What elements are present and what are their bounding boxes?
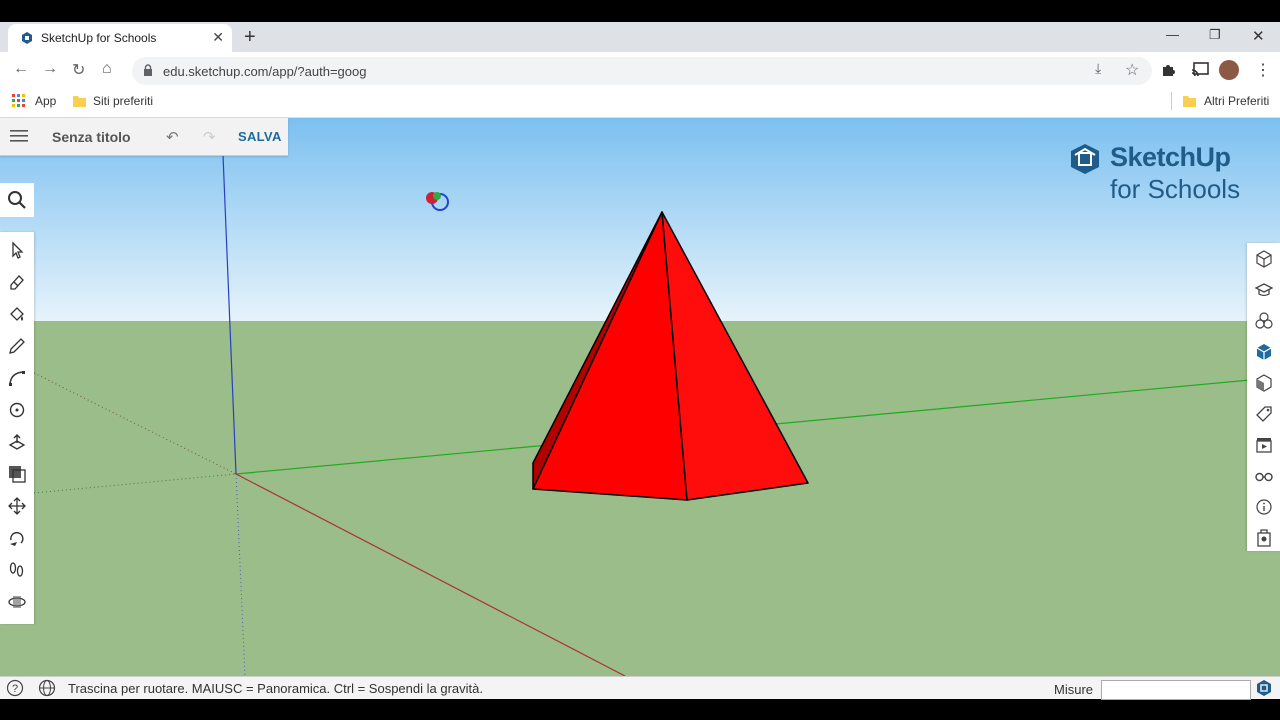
restore-icon[interactable]: ❐ xyxy=(1209,27,1221,43)
profile-avatar[interactable] xyxy=(1219,60,1239,80)
bookmarks-divider xyxy=(1171,92,1172,110)
hamburger-menu-icon[interactable] xyxy=(10,129,28,148)
materials-icon[interactable] xyxy=(1254,342,1274,362)
install-app-icon[interactable]: ⤓ xyxy=(1095,60,1101,77)
globe-icon[interactable] xyxy=(37,679,57,702)
arc-icon[interactable] xyxy=(7,368,27,388)
bookmark-apps[interactable]: App xyxy=(35,94,56,108)
info-icon[interactable] xyxy=(1254,497,1274,517)
extensions-icon[interactable] xyxy=(1160,62,1176,83)
scenes-icon[interactable] xyxy=(1254,435,1274,455)
search-icon xyxy=(8,191,26,209)
address-bar[interactable]: edu.sketchup.com/app/?auth=goog xyxy=(132,57,1152,85)
entity-info-icon[interactable] xyxy=(1254,249,1274,269)
bookmark-folder-siti-preferiti[interactable]: Siti preferiti xyxy=(93,94,153,108)
select-icon[interactable] xyxy=(7,240,27,260)
tab-close-icon[interactable]: ✕ xyxy=(212,29,224,46)
measurements-input[interactable] xyxy=(1101,680,1251,700)
status-hint-text: Trascina per ruotare. MAIUSC = Panoramic… xyxy=(68,681,483,696)
push-pull-icon[interactable] xyxy=(7,432,27,452)
solid-tools-icon[interactable] xyxy=(1254,528,1274,548)
offset-icon[interactable] xyxy=(7,464,27,484)
undo-icon[interactable]: ↶ xyxy=(166,128,179,146)
tab-title: SketchUp for Schools xyxy=(41,31,157,45)
move-icon[interactable] xyxy=(7,496,27,516)
close-window-icon[interactable]: ✕ xyxy=(1252,27,1265,45)
sketchup-status-logo-icon xyxy=(1255,679,1273,702)
styles-icon[interactable] xyxy=(1254,373,1274,393)
bookmark-star-icon[interactable]: ☆ xyxy=(1125,60,1139,80)
redo-icon[interactable]: ↷ xyxy=(203,128,216,146)
sketchup-logo-icon xyxy=(1071,144,1099,174)
apps-grid-icon[interactable] xyxy=(12,94,26,113)
lock-icon xyxy=(143,64,153,82)
footprints-icon[interactable] xyxy=(7,560,27,580)
pencil-icon[interactable] xyxy=(7,336,27,356)
folder-icon xyxy=(1183,94,1196,112)
instructor-icon[interactable] xyxy=(1254,280,1274,300)
help-icon[interactable]: ? xyxy=(6,679,24,702)
sketchup-favicon-icon xyxy=(20,31,34,50)
logo-wordmark: SketchUp xyxy=(1110,142,1231,172)
status-bar: ? Trascina per ruotare. MAIUSC = Panoram… xyxy=(0,676,1280,702)
display-icon[interactable] xyxy=(1254,466,1274,486)
document-titlebar: Senza titolo ↶ ↷ SALVA xyxy=(0,118,288,156)
logo-subtitle: for Schools xyxy=(1110,174,1241,204)
orbit-icon[interactable] xyxy=(7,592,27,612)
eraser-icon[interactable] xyxy=(7,272,27,292)
cast-icon[interactable] xyxy=(1191,62,1209,82)
shapes-icon[interactable] xyxy=(7,400,27,420)
save-button[interactable]: SALVA xyxy=(238,129,282,144)
search-button[interactable] xyxy=(0,183,34,217)
paint-bucket-icon[interactable] xyxy=(7,304,27,324)
folder-icon xyxy=(73,94,86,112)
bookmarks-bar xyxy=(0,89,1280,118)
measurements-label: Misure xyxy=(1054,682,1094,697)
bookmark-folder-altri-preferiti[interactable]: Altri Preferiti xyxy=(1204,94,1269,108)
reload-icon[interactable]: ↻ xyxy=(72,60,85,80)
svg-text:?: ? xyxy=(12,683,18,695)
new-tab-icon[interactable]: + xyxy=(244,26,256,49)
rotate-icon[interactable] xyxy=(7,528,27,548)
document-title[interactable]: Senza titolo xyxy=(52,129,131,145)
right-panel-toolbar xyxy=(1247,243,1280,551)
left-toolbar xyxy=(0,232,34,624)
browser-menu-icon[interactable]: ⋮ xyxy=(1255,60,1271,80)
minimize-icon[interactable]: — xyxy=(1166,27,1179,42)
modeling-viewport[interactable] xyxy=(0,118,1280,676)
browser-tab[interactable]: SketchUp for Schools ✕ xyxy=(8,24,232,52)
url-text: edu.sketchup.com/app/?auth=goog xyxy=(163,64,367,79)
home-icon[interactable]: ⌂ xyxy=(102,60,112,78)
tags-icon[interactable] xyxy=(1254,404,1274,424)
forward-icon[interactable]: → xyxy=(42,60,58,78)
components-icon[interactable] xyxy=(1254,311,1274,331)
back-icon[interactable]: ← xyxy=(13,60,29,78)
